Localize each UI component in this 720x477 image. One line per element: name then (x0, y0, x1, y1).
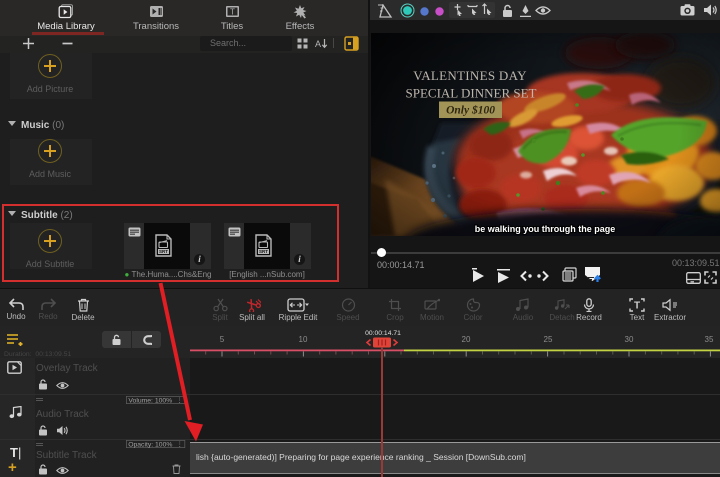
svg-text:T: T (634, 301, 640, 312)
svg-text:be walking you through the pag: be walking you through the page (475, 224, 616, 234)
svg-text:20: 20 (462, 335, 471, 344)
svg-text:30: 30 (625, 335, 634, 344)
svg-text:25: 25 (544, 335, 553, 344)
svg-text:T: T (230, 7, 235, 16)
svg-text:5: 5 (220, 335, 225, 344)
svg-text:VALENTINES DAY: VALENTINES DAY (413, 68, 527, 83)
svg-text:10: 10 (299, 335, 308, 344)
svg-text:SPECIAL DINNER SET: SPECIAL DINNER SET (406, 86, 537, 101)
svg-text:Only $100: Only $100 (446, 104, 495, 117)
svg-text:A: A (315, 39, 321, 49)
svg-text:35: 35 (705, 335, 714, 344)
